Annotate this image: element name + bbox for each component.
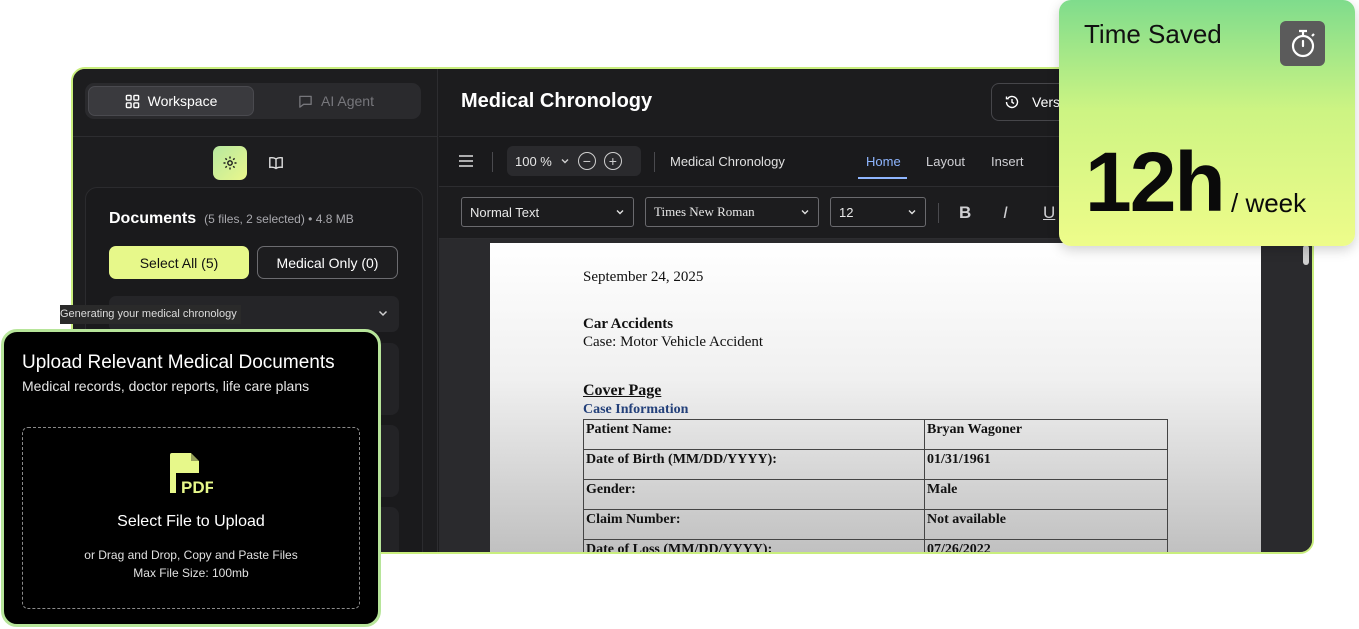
chevron-down-icon: [908, 210, 916, 215]
table-row: Gender: Male: [583, 479, 1168, 510]
toolbar-divider: [938, 203, 939, 223]
document-heading: Car Accidents: [583, 316, 674, 332]
documents-header: Documents (5 files, 2 selected) • 4.8 MB: [109, 210, 354, 228]
upload-title: Upload Relevant Medical Documents: [22, 352, 335, 373]
table-row: Patient Name: Bryan Wagoner: [583, 419, 1168, 450]
tab-ai-agent-label: AI Agent: [321, 93, 374, 109]
paragraph-style-value: Normal Text: [470, 204, 540, 220]
bold-button[interactable]: B: [959, 203, 971, 223]
book-icon: [269, 156, 283, 170]
documents-meta: (5 files, 2 selected) • 4.8 MB: [204, 212, 354, 226]
table-cell-label: Date of Birth (MM/DD/YYYY):: [583, 449, 925, 480]
stopwatch-badge: [1280, 21, 1325, 66]
pdf-file-icon-label: PDF: [181, 478, 213, 497]
table-cell-label: Gender:: [583, 479, 925, 510]
table-cell-value: Bryan Wagoner: [924, 419, 1168, 450]
sidebar-divider: [73, 136, 438, 137]
table-cell-value: 01/31/1961: [924, 449, 1168, 480]
tab-workspace[interactable]: Workspace: [88, 86, 254, 116]
table-cell-value: Not available: [924, 509, 1168, 540]
chevron-down-icon[interactable]: [560, 156, 570, 166]
file-drop-zone[interactable]: PDF Select File to Upload or Drag and Dr…: [22, 427, 360, 609]
underline-button[interactable]: U: [1043, 203, 1055, 223]
toolbar-document-name: Medical Chronology: [670, 154, 785, 169]
chevron-down-icon: [801, 210, 809, 215]
document-page[interactable]: September 24, 2025 Car Accidents Case: M…: [490, 243, 1261, 552]
zoom-in-icon[interactable]: +: [603, 152, 622, 170]
upload-card: Upload Relevant Medical Documents Medica…: [1, 329, 381, 627]
case-information-table: Patient Name: Bryan Wagoner Date of Birth…: [583, 419, 1168, 552]
chevron-down-icon: [378, 310, 388, 317]
pdf-file-icon: PDF: [170, 453, 213, 497]
table-cell-value: 07/26/2022: [924, 539, 1168, 552]
chevron-down-icon: [616, 210, 624, 215]
tab-insert[interactable]: Insert: [991, 154, 1024, 169]
documents-title: Documents: [109, 210, 197, 227]
font-family-select[interactable]: Times New Roman: [645, 197, 819, 227]
tab-home[interactable]: Home: [866, 154, 901, 169]
sidebar-tabs: Workspace AI Agent: [85, 83, 421, 119]
max-file-size: Max File Size: 100mb: [133, 566, 249, 580]
cover-page-title: Cover Page: [583, 382, 662, 399]
tab-workspace-label: Workspace: [147, 93, 218, 109]
hamburger-menu-icon[interactable]: [458, 154, 474, 168]
select-file-title[interactable]: Select File to Upload: [23, 513, 359, 531]
time-saved-label: Time Saved: [1084, 19, 1222, 49]
table-row: Date of Birth (MM/DD/YYYY): 01/31/1961: [583, 449, 1168, 480]
table-cell-label: Patient Name:: [583, 419, 925, 450]
italic-button[interactable]: I: [1003, 203, 1008, 223]
medical-only-button[interactable]: Medical Only (0): [257, 246, 398, 279]
upload-subtitle: Medical records, doctor reports, life ca…: [22, 378, 310, 394]
drop-instructions: or Drag and Drop, Copy and Paste Files: [84, 548, 298, 562]
toolbar-divider: [654, 152, 655, 172]
settings-button[interactable]: [213, 146, 247, 180]
font-family-value: Times New Roman: [654, 204, 755, 219]
book-button[interactable]: [259, 146, 293, 180]
zoom-control: 100 % − +: [507, 146, 641, 176]
zoom-out-icon[interactable]: −: [577, 152, 596, 170]
version-history-label: Vers: [1032, 94, 1061, 110]
history-icon: [1005, 95, 1019, 109]
table-cell-value: Male: [924, 479, 1168, 510]
document-canvas: September 24, 2025 Car Accidents Case: M…: [439, 239, 1312, 552]
stage: Workspace AI Agent Documents (5 files, 2…: [0, 0, 1359, 629]
gear-icon: [223, 156, 237, 170]
tab-layout[interactable]: Layout: [926, 154, 965, 169]
tab-ai-agent[interactable]: AI Agent: [254, 86, 418, 116]
case-information-title: Case Information: [583, 402, 689, 417]
time-saved-value: 12h: [1085, 135, 1226, 229]
table-cell-label: Date of Loss (MM/DD/YYYY):: [583, 539, 925, 552]
grid-icon: [125, 94, 139, 108]
font-size-select[interactable]: 12: [830, 197, 926, 227]
table-row: Date of Loss (MM/DD/YYYY): 07/26/2022: [583, 539, 1168, 552]
document-case-line: Case: Motor Vehicle Accident: [583, 334, 764, 350]
toolbar-divider: [492, 152, 493, 172]
active-tab-indicator: [858, 177, 907, 179]
zoom-level[interactable]: 100 %: [515, 154, 552, 169]
page-title: Medical Chronology: [461, 90, 653, 112]
table-cell-label: Claim Number:: [583, 509, 925, 540]
select-all-button[interactable]: Select All (5): [109, 246, 249, 279]
chat-icon: [299, 95, 312, 108]
table-row: Claim Number: Not available: [583, 509, 1168, 540]
time-saved-unit: / week: [1231, 188, 1307, 218]
vertical-scrollbar[interactable]: [1303, 245, 1309, 265]
document-date: September 24, 2025: [583, 269, 704, 285]
paragraph-style-select[interactable]: Normal Text: [461, 197, 634, 227]
generation-status-tooltip: Generating your medical chronology: [60, 305, 241, 324]
stopwatch-icon: [1291, 29, 1315, 57]
time-saved-card: Time Saved 12h / week: [1059, 0, 1355, 246]
font-size-value: 12: [839, 204, 854, 220]
